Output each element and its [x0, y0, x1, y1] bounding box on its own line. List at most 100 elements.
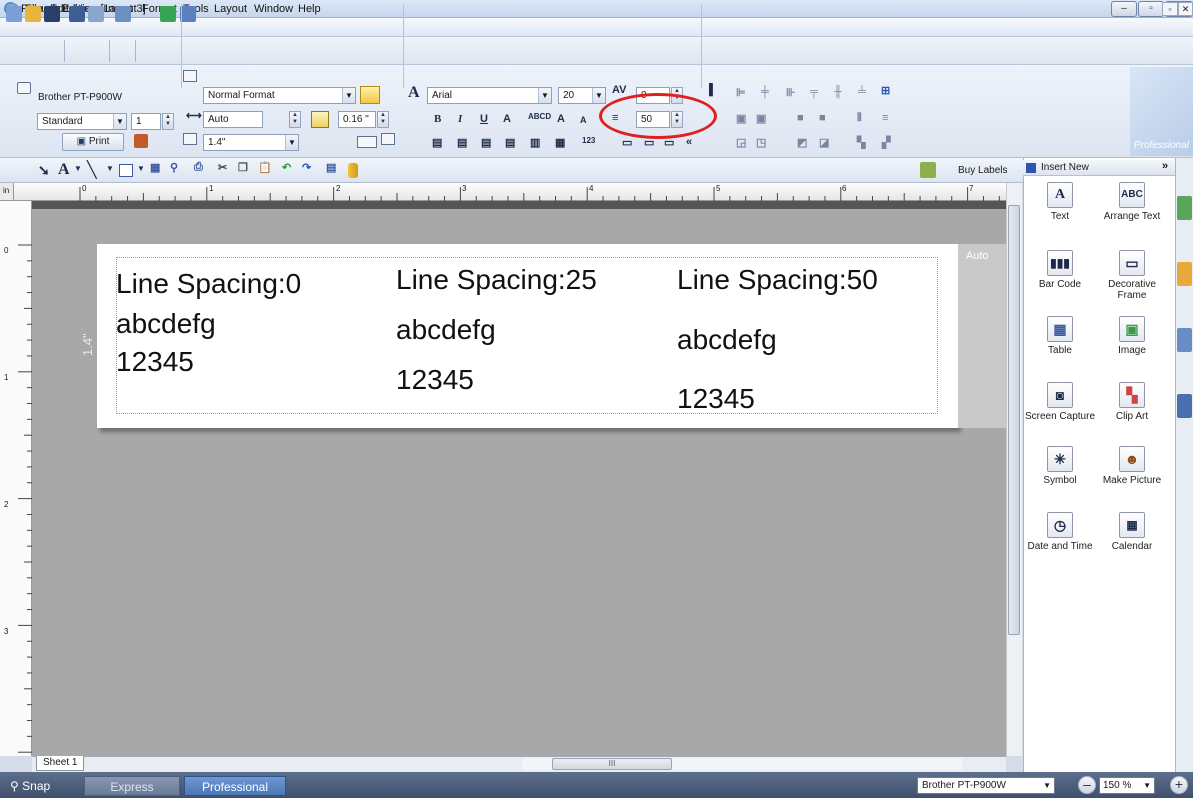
print-button[interactable]: ▣ Print [62, 133, 124, 151]
line-tool-icon[interactable]: ╲ [87, 160, 97, 180]
highlight-format-icon[interactable] [360, 86, 380, 104]
maximize-button[interactable]: ▫ [1138, 1, 1164, 17]
align-left-objects-icon[interactable]: ⊫ [736, 86, 746, 99]
print-mode-select[interactable]: Standard ▼ [37, 113, 127, 130]
express-mode-tab[interactable]: Express [84, 776, 180, 796]
grow-font-button[interactable]: A [557, 113, 565, 125]
copies-input[interactable]: 1 [131, 113, 161, 130]
rectangle-tool-icon[interactable] [119, 164, 133, 177]
flip-vertical-icon[interactable]: ◪ [819, 136, 829, 149]
margin-input[interactable]: 0.16 " [338, 111, 376, 128]
rotate-icon[interactable]: ▚ [857, 136, 865, 149]
redo-icon[interactable]: ↷ [302, 161, 311, 174]
barcode-tool-icon[interactable]: ⚲ [170, 161, 178, 174]
same-height-icon[interactable]: ■ [819, 112, 826, 124]
text-object-col3-line1[interactable]: abcdefg [677, 324, 777, 356]
insert-table-item[interactable]: ▦ Table [1024, 316, 1096, 356]
insert-frame-item[interactable]: ▭ Decorative Frame [1096, 250, 1168, 301]
ungroup-icon[interactable]: ▣ [756, 112, 766, 125]
frame-text-button[interactable]: ABCD [528, 112, 551, 121]
side-tab-insert[interactable] [1177, 196, 1192, 220]
print-tool-icon[interactable]: ⎙ [194, 161, 203, 174]
underline-button[interactable]: U [480, 113, 488, 125]
text-object-col2-title[interactable]: Line Spacing:25 [396, 264, 597, 296]
status-printer-select[interactable]: Brother PT-P900W ▼ [917, 777, 1055, 794]
print-options-icon[interactable] [134, 134, 148, 148]
format-select[interactable]: Normal Format ▼ [203, 87, 356, 104]
insert-image-item[interactable]: ▣ Image [1096, 316, 1168, 356]
insert-screen-capture-item[interactable]: ◙ Screen Capture [1024, 382, 1096, 422]
zoom-out-button[interactable]: – [1078, 776, 1096, 794]
font-size-select[interactable]: 20 ▼ [558, 87, 606, 104]
tape-width-select[interactable]: 1.4" ▼ [203, 134, 299, 151]
align-middle-objects-icon[interactable]: ╫ [834, 86, 842, 98]
insert-clip-art-item[interactable]: ▚ Clip Art [1096, 382, 1168, 422]
space-horizontal-icon[interactable]: ⫴ [857, 112, 862, 125]
minimize-button[interactable]: – [1111, 1, 1137, 17]
mdi-close-button[interactable]: ✕ [1178, 2, 1193, 16]
side-tab-layouts[interactable] [1177, 328, 1192, 352]
insert-calendar-item[interactable]: ▦ Calendar [1096, 512, 1168, 552]
align-top-objects-icon[interactable]: ╤ [810, 86, 818, 98]
align-right-icon[interactable]: ▤ [481, 136, 491, 149]
numbering-icon[interactable]: 123 [582, 136, 595, 145]
insert-text-item[interactable]: A Text [1024, 182, 1096, 222]
vertical-scroll-thumb[interactable] [1008, 205, 1020, 635]
snap-toggle[interactable]: ⚲ Snap [10, 778, 50, 794]
professional-mode-tab[interactable]: Professional [184, 776, 286, 796]
line-tool-dropdown[interactable]: ▼ [106, 164, 114, 173]
vertical-text-icon[interactable]: ▥ [530, 136, 540, 149]
bold-button[interactable]: B [434, 113, 441, 125]
justify-icon[interactable]: ▤ [505, 136, 515, 149]
insert-date-time-item[interactable]: ◷ Date and Time [1024, 512, 1096, 552]
text-object-col2-line1[interactable]: abcdefg [396, 314, 496, 346]
shape-tool-dropdown[interactable]: ▼ [137, 164, 145, 173]
insert-barcode-item[interactable]: ▮▮▮ Bar Code [1024, 250, 1096, 290]
flip-horizontal-icon[interactable]: ◩ [797, 136, 807, 149]
space-vertical-icon[interactable]: ≡ [882, 112, 888, 124]
horizontal-scroll-thumb[interactable]: III [552, 758, 672, 770]
lock-icon[interactable]: ▞ [882, 136, 890, 149]
zoom-in-button[interactable]: + [1170, 776, 1188, 794]
text-object-col1-title[interactable]: Line Spacing:0 [116, 268, 301, 300]
text-object-col3-line2[interactable]: 12345 [677, 383, 755, 415]
bring-front-icon[interactable]: ◲ [736, 136, 746, 149]
text-tool-dropdown[interactable]: ▼ [74, 164, 82, 173]
database-tool-icon[interactable] [348, 163, 358, 178]
char-rotate-icon[interactable]: ▦ [555, 136, 565, 149]
table-tool-icon[interactable]: ▦ [150, 161, 160, 174]
same-width-icon[interactable]: ■ [797, 112, 804, 124]
text-object-col1-line2[interactable]: 12345 [116, 346, 194, 378]
margin-spinner[interactable]: ▲ ▼ [377, 111, 389, 128]
text-object-col3-title[interactable]: Line Spacing:50 [677, 264, 878, 296]
group-icon[interactable]: ▣ [736, 112, 746, 125]
text-frame-icon[interactable] [357, 136, 377, 148]
align-right-objects-icon[interactable]: ⊪ [786, 86, 796, 99]
cut-icon[interactable]: ✂ [218, 161, 227, 174]
shrink-font-button[interactable]: A [580, 115, 587, 125]
text-object-col2-line2[interactable]: 12345 [396, 364, 474, 396]
font-select[interactable]: Arial ▼ [427, 87, 552, 104]
align-center-objects-icon[interactable]: ╪ [761, 86, 769, 98]
cart-icon[interactable] [920, 162, 936, 178]
align-left-icon[interactable]: ▤ [432, 136, 442, 149]
properties-icon[interactable]: ▤ [326, 161, 336, 174]
italic-button[interactable]: I [458, 113, 462, 125]
undo-icon[interactable]: ↶ [282, 161, 291, 174]
valign-bottom-icon[interactable]: ▭ [664, 136, 674, 149]
sheet-tab[interactable]: Sheet 1 [36, 756, 84, 771]
side-tab-objects[interactable] [1177, 262, 1192, 286]
zoom-select[interactable]: 150 % ▼ [1099, 777, 1155, 794]
side-tab-properties[interactable] [1177, 394, 1192, 418]
text-align-icon[interactable] [381, 133, 395, 145]
paste-icon[interactable]: 📋 [258, 161, 272, 174]
send-back-icon[interactable]: ◳ [756, 136, 766, 149]
mdi-restore-button[interactable]: ▫ [1162, 2, 1178, 16]
collapse-font-group-icon[interactable]: « [686, 136, 692, 148]
outline-button[interactable]: A [503, 113, 511, 125]
insert-symbol-item[interactable]: ✳ Symbol [1024, 446, 1096, 486]
select-arrow-icon[interactable]: ➘ [38, 162, 50, 179]
align-bottom-objects-icon[interactable]: ╧ [858, 86, 866, 98]
width-input[interactable]: Auto [203, 111, 263, 128]
insert-make-picture-item[interactable]: ☻ Make Picture [1096, 446, 1168, 486]
